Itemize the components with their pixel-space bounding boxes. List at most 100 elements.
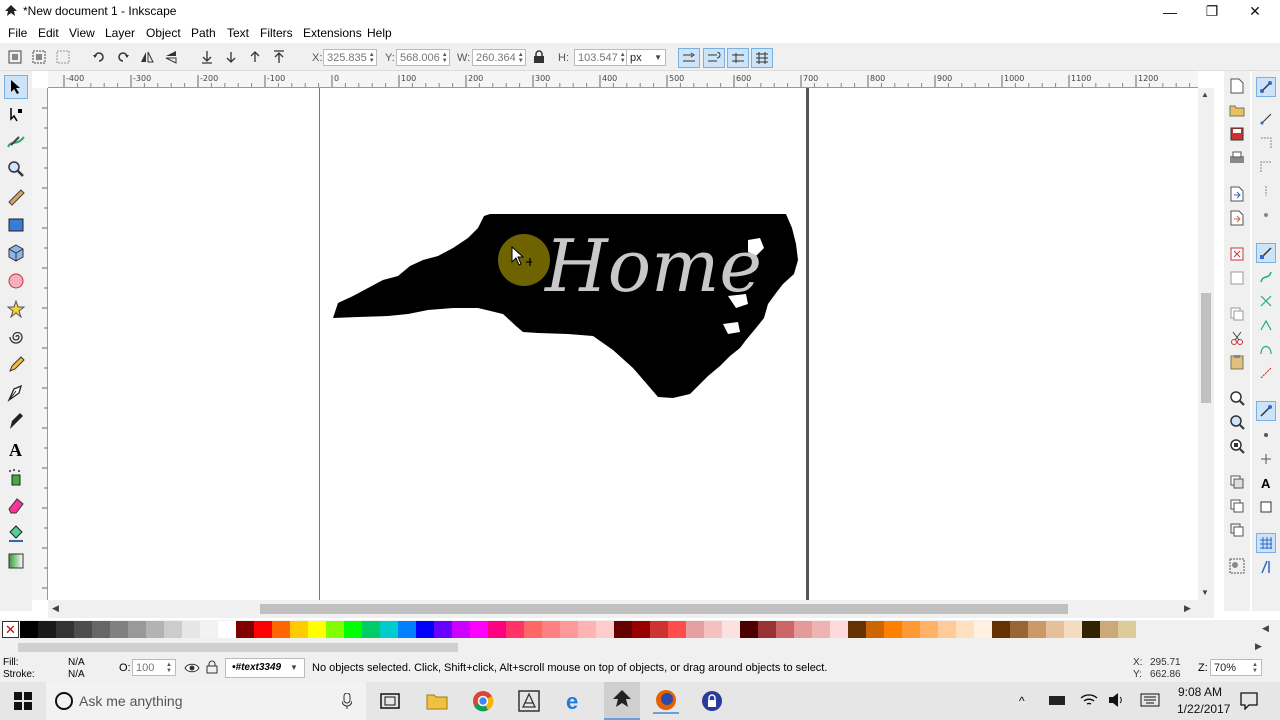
palette-scrollbar[interactable]: ▶: [0, 640, 1280, 655]
scroll-right-icon[interactable]: ▶: [1184, 603, 1191, 614]
color-swatch[interactable]: [740, 621, 758, 638]
horizontal-scrollbar[interactable]: ◀ ▶: [48, 600, 1214, 618]
show-hidden-icons-icon[interactable]: ^: [1019, 694, 1025, 708]
color-swatch[interactable]: [956, 621, 974, 638]
color-swatch[interactable]: [1118, 621, 1136, 638]
snap-bbox-center-icon[interactable]: [1256, 205, 1276, 225]
deselect-icon[interactable]: [54, 48, 72, 66]
snap-bbox-corner-icon[interactable]: [1256, 157, 1276, 177]
chrome-icon[interactable]: [470, 688, 496, 714]
select-all-layers-icon[interactable]: [30, 48, 48, 66]
menu-text[interactable]: Text: [227, 26, 249, 40]
scale-stroke-toggle[interactable]: [678, 48, 700, 68]
fill-value[interactable]: N/A: [68, 657, 85, 668]
inkscape-taskbar-app[interactable]: [604, 682, 640, 720]
menu-object[interactable]: Object: [146, 26, 181, 40]
color-swatch[interactable]: [704, 621, 722, 638]
color-swatch[interactable]: [434, 621, 452, 638]
color-swatch[interactable]: [1028, 621, 1046, 638]
menu-edit[interactable]: Edit: [38, 26, 59, 40]
vertical-scrollbar[interactable]: ▲ ▼: [1198, 88, 1214, 600]
color-swatch[interactable]: [1100, 621, 1118, 638]
snap-nodes-icon[interactable]: [1256, 243, 1276, 263]
open-icon[interactable]: [1228, 101, 1246, 119]
color-swatch[interactable]: [902, 621, 920, 638]
color-swatch[interactable]: [596, 621, 614, 638]
3d-box-tool-icon[interactable]: [4, 241, 28, 265]
spiral-tool-icon[interactable]: [4, 325, 28, 349]
snap-line-midpoints-icon[interactable]: [1256, 363, 1276, 383]
color-swatch[interactable]: [452, 621, 470, 638]
snap-cusp-nodes-icon[interactable]: [1256, 315, 1276, 335]
lower-to-bottom-icon[interactable]: [198, 48, 216, 66]
layer-dropdown-icon[interactable]: ▼: [290, 663, 298, 672]
paste-icon[interactable]: [1228, 353, 1246, 371]
raise-to-top-icon[interactable]: [270, 48, 288, 66]
color-swatch[interactable]: [416, 621, 434, 638]
color-swatch[interactable]: [92, 621, 110, 638]
color-swatch[interactable]: [362, 621, 380, 638]
menu-file[interactable]: File: [8, 26, 27, 40]
color-swatch[interactable]: [578, 621, 596, 638]
color-swatch[interactable]: [308, 621, 326, 638]
raise-icon[interactable]: [246, 48, 264, 66]
color-swatch[interactable]: [506, 621, 524, 638]
unit-select[interactable]: px ▼: [626, 49, 666, 66]
palette-scroll-thumb[interactable]: [18, 643, 458, 652]
color-swatch[interactable]: [146, 621, 164, 638]
snap-others-icon[interactable]: [1256, 401, 1276, 421]
paint-bucket-tool-icon[interactable]: [4, 521, 28, 545]
color-swatch[interactable]: [542, 621, 560, 638]
microphone-icon[interactable]: [342, 693, 352, 709]
calligraphy-tool-icon[interactable]: [4, 409, 28, 433]
snap-guides-icon[interactable]: [1256, 557, 1276, 577]
new-document-icon[interactable]: [1228, 77, 1246, 95]
color-swatch[interactable]: [686, 621, 704, 638]
cut-icon[interactable]: [1228, 329, 1246, 347]
snap-enable-icon[interactable]: [1256, 77, 1276, 97]
clone-icon[interactable]: [1228, 497, 1246, 515]
color-swatch[interactable]: [326, 621, 344, 638]
star-tool-icon[interactable]: [4, 297, 28, 321]
import-icon[interactable]: [1228, 185, 1246, 203]
node-tool-icon[interactable]: [4, 103, 28, 127]
lower-icon[interactable]: [222, 48, 240, 66]
selector-tool-icon[interactable]: [4, 75, 28, 99]
move-patterns-toggle[interactable]: [751, 48, 773, 68]
select-all-icon[interactable]: [6, 48, 24, 66]
snap-page-border-icon[interactable]: [1256, 497, 1276, 517]
rotate-cw-icon[interactable]: [114, 48, 132, 66]
color-swatch[interactable]: [776, 621, 794, 638]
unlink-clone-icon[interactable]: [1228, 521, 1246, 539]
save-icon[interactable]: [1228, 125, 1246, 143]
file-explorer-icon[interactable]: [424, 688, 450, 714]
volume-icon[interactable]: [1108, 692, 1126, 711]
vpn-lock-icon[interactable]: [699, 688, 725, 714]
snap-bbox-edge-icon[interactable]: [1256, 133, 1276, 153]
horizontal-scroll-thumb[interactable]: [260, 604, 1068, 614]
color-swatch[interactable]: [992, 621, 1010, 638]
task-view-icon[interactable]: [377, 688, 403, 714]
width-field[interactable]: 260.364 ▲ ▼: [472, 49, 526, 66]
color-swatch[interactable]: [794, 621, 812, 638]
gradient-tool-icon[interactable]: [4, 549, 28, 573]
zoom-drawing-icon[interactable]: [1228, 413, 1246, 431]
menu-help[interactable]: Help: [367, 26, 392, 40]
color-swatch[interactable]: [218, 621, 236, 638]
measure-tool-icon[interactable]: [4, 185, 28, 209]
color-swatch[interactable]: [164, 621, 182, 638]
color-swatch[interactable]: [830, 621, 848, 638]
y-field[interactable]: 568.006 ▲ ▼: [396, 49, 450, 66]
zoom-tool-icon[interactable]: [4, 157, 28, 181]
home-text[interactable]: Home: [545, 230, 762, 302]
lock-ratio-icon[interactable]: [530, 48, 548, 66]
snap-bbox-icon[interactable]: [1256, 109, 1276, 129]
color-swatch[interactable]: [254, 621, 272, 638]
color-swatch[interactable]: [938, 621, 956, 638]
pen-tool-icon[interactable]: [4, 381, 28, 405]
scroll-up-icon[interactable]: ▲: [1201, 90, 1209, 99]
color-swatch[interactable]: [74, 621, 92, 638]
color-swatch[interactable]: [200, 621, 218, 638]
snap-object-midpoints-icon[interactable]: [1256, 425, 1276, 445]
snap-smooth-nodes-icon[interactable]: [1256, 339, 1276, 359]
